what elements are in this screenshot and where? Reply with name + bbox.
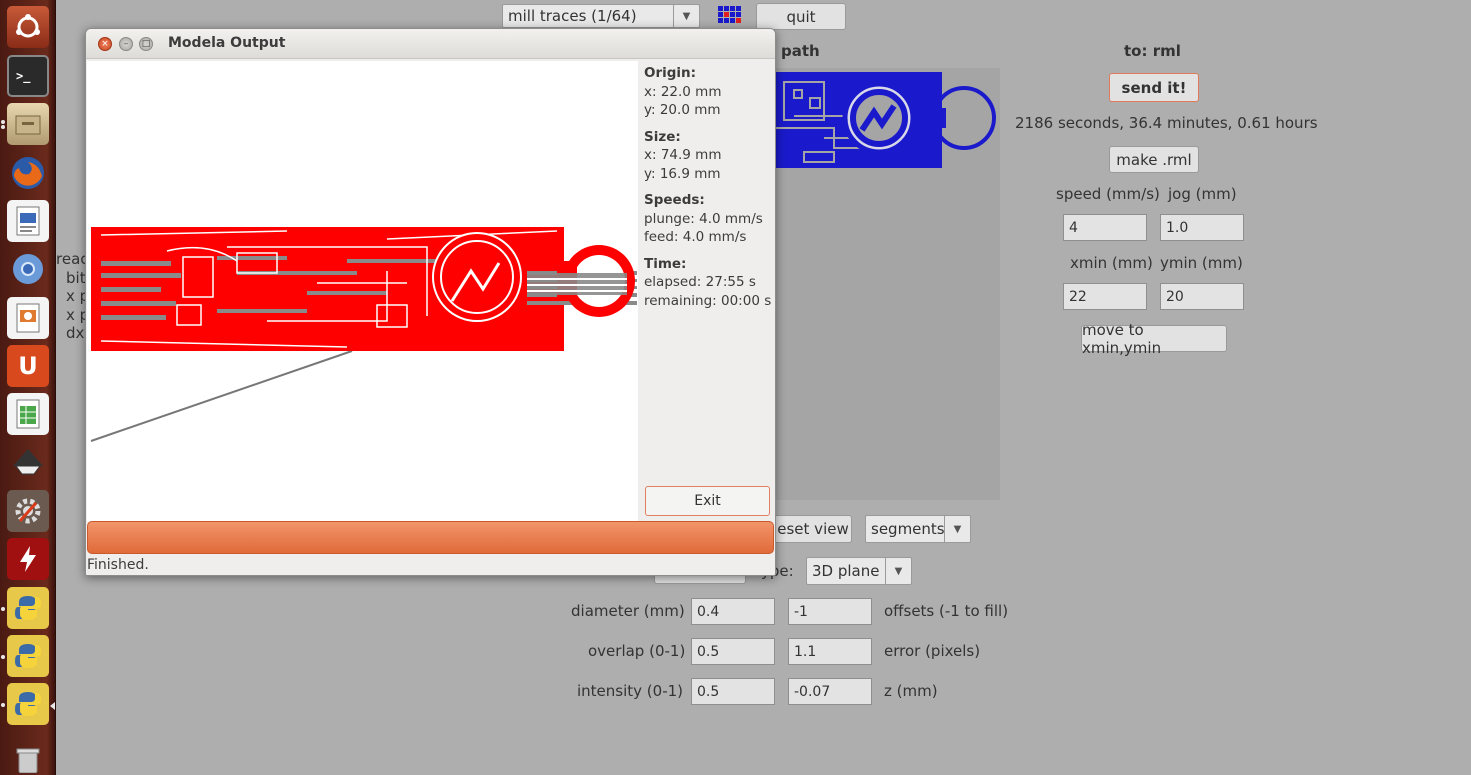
exit-button[interactable]: Exit xyxy=(645,486,770,516)
impress-icon[interactable] xyxy=(7,297,49,339)
firefox-icon[interactable] xyxy=(7,152,49,194)
time-estimate: 2186 seconds, 36.4 minutes, 0.61 hours xyxy=(1015,114,1318,132)
process-select[interactable]: mill traces (1/64) ▼ xyxy=(502,4,700,28)
dash-icon[interactable] xyxy=(7,6,49,48)
origin-heading: Origin: xyxy=(644,65,697,81)
status-text: Finished. xyxy=(87,557,149,573)
python-icon[interactable] xyxy=(7,635,49,677)
speed-input[interactable]: 4 xyxy=(1063,214,1147,241)
send-button[interactable]: send it! xyxy=(1109,73,1199,102)
files-icon[interactable] xyxy=(7,103,49,145)
minimize-icon[interactable]: – xyxy=(119,37,133,51)
running-indicator xyxy=(1,125,5,129)
focus-indicator xyxy=(50,702,55,710)
toolpath-heading: path xyxy=(781,42,820,60)
toolpath-drawing xyxy=(90,227,637,442)
speeds-heading: Speeds: xyxy=(644,192,705,208)
speed-label: speed (mm/s) xyxy=(1056,185,1160,203)
intensity-input[interactable]: 0.5 xyxy=(691,678,775,705)
chromium-icon[interactable] xyxy=(7,248,49,290)
inkscape-icon[interactable] xyxy=(7,441,49,483)
python-icon[interactable] xyxy=(7,587,49,629)
make-rml-button[interactable]: make .rml xyxy=(1109,146,1199,173)
trash-icon[interactable] xyxy=(7,745,49,775)
intensity-label: intensity (0-1) xyxy=(577,682,684,700)
running-indicator xyxy=(1,655,5,659)
process-select-value: mill traces (1/64) xyxy=(508,7,637,25)
settings-icon[interactable] xyxy=(7,490,49,532)
close-icon[interactable]: × xyxy=(98,37,112,51)
output-heading: to: rml xyxy=(1124,42,1181,60)
reset-view-button[interactable]: eset view xyxy=(774,515,852,543)
view-mode-select[interactable]: segments ▼ xyxy=(865,515,971,543)
size-heading: Size: xyxy=(644,128,681,145)
overlap-input[interactable]: 0.5 xyxy=(691,638,775,665)
writer-icon[interactable] xyxy=(7,200,49,242)
chevron-down-icon: ▼ xyxy=(944,516,970,542)
ubuntu-one-icon[interactable]: U xyxy=(7,345,49,387)
xmin-label: xmin (mm) xyxy=(1070,254,1153,272)
plunge-speed: plunge: 4.0 mm/s xyxy=(644,210,763,227)
size-x: x: 74.9 mm xyxy=(644,147,722,163)
progress-bar xyxy=(87,521,774,554)
origin-y: y: 20.0 mm xyxy=(644,102,721,118)
view-mode-value: segments xyxy=(871,520,945,538)
remaining-time: remaining: 00:00 s xyxy=(644,292,772,309)
toolpath-view[interactable] xyxy=(774,68,1000,500)
diameter-input[interactable]: 0.4 xyxy=(691,598,775,625)
terminal-icon[interactable]: >_ xyxy=(7,55,49,97)
size-y: y: 16.9 mm xyxy=(644,165,721,182)
ymin-input[interactable]: 20 xyxy=(1160,283,1244,310)
error-input[interactable]: 1.1 xyxy=(788,638,872,665)
window-title: Modela Output xyxy=(168,35,286,51)
ymin-label: ymin (mm) xyxy=(1160,254,1243,272)
running-indicator xyxy=(1,607,5,611)
type-select[interactable]: 3D plane ▼ xyxy=(806,557,912,585)
grid-icon[interactable] xyxy=(716,4,744,28)
jog-label: jog (mm) xyxy=(1168,185,1237,203)
python-icon[interactable] xyxy=(7,683,49,725)
error-label: error (pixels) xyxy=(884,642,981,660)
offsets-label: offsets (-1 to fill) xyxy=(884,602,1009,620)
toolpath-canvas[interactable] xyxy=(87,61,638,521)
quit-button[interactable]: quit xyxy=(756,3,846,30)
chevron-down-icon: ▼ xyxy=(885,558,911,584)
z-input[interactable]: -0.07 xyxy=(788,678,872,705)
jog-input[interactable]: 1.0 xyxy=(1160,214,1244,241)
svg-text:>_: >_ xyxy=(16,69,31,84)
running-indicator xyxy=(1,703,5,707)
z-label: z (mm) xyxy=(884,682,938,700)
overlap-label: overlap (0-1) xyxy=(588,642,686,660)
xmin-input[interactable]: 22 xyxy=(1063,283,1147,310)
time-heading: Time: xyxy=(644,255,687,272)
offsets-input[interactable]: -1 xyxy=(788,598,872,625)
chevron-down-icon: ▼ xyxy=(673,5,699,27)
diameter-label: diameter (mm) xyxy=(571,602,685,620)
running-indicator xyxy=(1,120,5,124)
maximize-icon[interactable]: □ xyxy=(139,37,153,51)
toolpath-preview xyxy=(774,72,996,168)
calc-icon[interactable] xyxy=(7,393,49,435)
feed-speed: feed: 4.0 mm/s xyxy=(644,229,747,245)
origin-x: x: 22.0 mm xyxy=(644,83,722,100)
flash-icon[interactable] xyxy=(7,538,49,580)
elapsed-time: elapsed: 27:55 s xyxy=(644,274,756,290)
modela-output-window: × – □ Modela Output Origin: x: 22.0 mm y… xyxy=(85,28,776,576)
type-select-value: 3D plane xyxy=(812,562,880,580)
job-info-panel: Origin: x: 22.0 mm y: 20.0 mm Size: x: 7… xyxy=(644,64,775,318)
move-to-origin-button[interactable]: move to xmin,ymin xyxy=(1081,321,1227,357)
launcher: >_ U xyxy=(0,0,56,775)
title-bar[interactable]: × – □ Modela Output xyxy=(86,29,775,59)
